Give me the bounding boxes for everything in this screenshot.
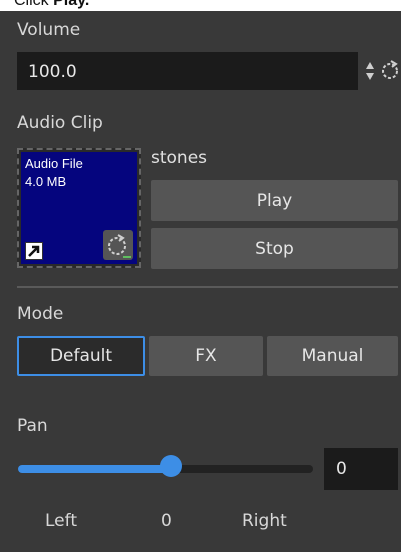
audio-inspector-panel: Click Play. Volume 100.0 Audio Clip Audi… bbox=[0, 0, 401, 552]
pan-center-label: 0 bbox=[161, 511, 172, 531]
clip-type-text: Audio File bbox=[25, 156, 83, 171]
clip-size-text: 4.0 MB bbox=[25, 174, 67, 189]
caption-emphasis: Play. bbox=[53, 0, 90, 9]
clip-name: stones bbox=[151, 148, 208, 168]
pan-slider-fill bbox=[18, 465, 171, 473]
volume-label: Volume bbox=[17, 20, 81, 40]
audio-clip-label: Audio Clip bbox=[17, 113, 103, 133]
play-button[interactable]: Play bbox=[151, 180, 398, 221]
pan-label: Pan bbox=[17, 416, 48, 436]
audio-clip-preview: Audio File 4.0 MB bbox=[21, 152, 137, 264]
mode-label: Mode bbox=[17, 304, 64, 324]
pan-left-label: Left bbox=[45, 511, 77, 531]
pan-slider-handle[interactable] bbox=[160, 455, 182, 477]
caption-prefix: Click bbox=[14, 0, 54, 9]
pan-right-label: Right bbox=[242, 511, 287, 531]
audio-clip-thumbnail[interactable]: Audio File 4.0 MB bbox=[17, 148, 141, 268]
pan-value-input[interactable]: 0 bbox=[324, 448, 398, 490]
volume-input[interactable]: 100.0 bbox=[17, 52, 358, 90]
stop-button[interactable]: Stop bbox=[151, 228, 398, 269]
mode-default-button[interactable]: Default bbox=[17, 336, 145, 376]
mode-fx-button[interactable]: FX bbox=[149, 336, 263, 376]
instruction-caption: Click Play. bbox=[0, 0, 401, 11]
section-divider bbox=[17, 286, 398, 288]
clip-reload-icon[interactable] bbox=[103, 230, 133, 260]
link-arrow-icon[interactable] bbox=[25, 242, 43, 260]
volume-stepper-icon[interactable] bbox=[366, 60, 374, 82]
reset-icon[interactable] bbox=[382, 58, 398, 82]
mode-manual-button[interactable]: Manual bbox=[267, 336, 398, 376]
